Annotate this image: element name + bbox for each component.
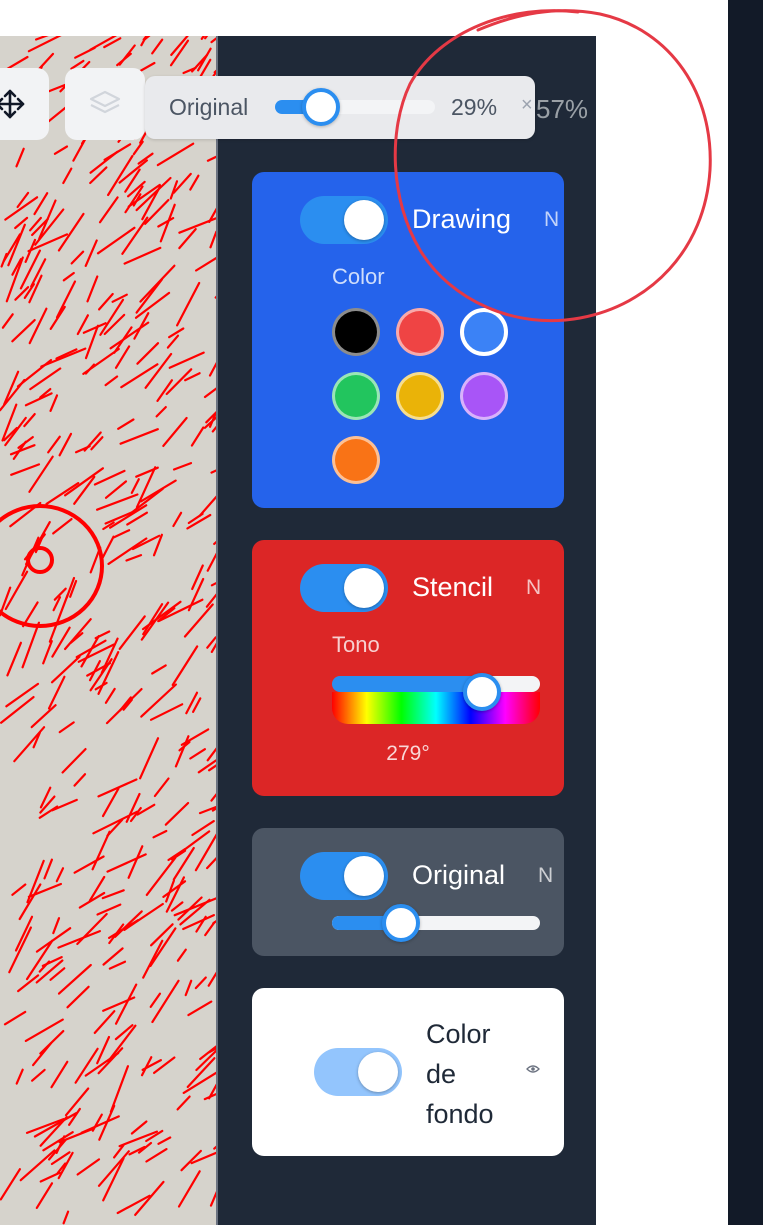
hue-spectrum <box>332 692 540 724</box>
opacity-percent: 29% <box>451 94 498 120</box>
original-slider-thumb[interactable] <box>381 904 420 942</box>
swatch-purple[interactable] <box>460 372 508 420</box>
layers-icon <box>89 90 121 114</box>
swatch-yellow[interactable] <box>396 372 444 420</box>
sketch-artwork <box>0 36 216 1225</box>
layers-tool-button[interactable] <box>65 68 145 140</box>
original-title: Original <box>412 860 506 890</box>
eye-icon[interactable] <box>526 1064 540 1074</box>
move-arrows-icon <box>0 89 25 119</box>
background-toggle[interactable] <box>314 1048 402 1096</box>
top-white-strip <box>0 0 728 36</box>
move-tool-button[interactable] <box>0 68 49 140</box>
stencil-title: Stencil <box>412 572 494 602</box>
hue-slider-thumb[interactable] <box>462 673 501 711</box>
opacity-label: Original <box>169 94 249 120</box>
drawing-canvas[interactable] <box>0 36 216 1225</box>
tone-label: Tono <box>332 632 380 657</box>
hue-slider-track <box>332 676 540 692</box>
background-color-card[interactable]: Color de fondo <box>252 988 564 1156</box>
opacity-control-bar: Original 29% <box>145 76 535 139</box>
original-toggle[interactable] <box>300 852 388 900</box>
hue-slider[interactable] <box>332 673 540 724</box>
stencil-blend-mode[interactable]: N <box>526 576 541 600</box>
right-edge-rail <box>728 0 763 1225</box>
original-layer-card[interactable]: Original N <box>252 828 564 956</box>
toggle-knob <box>344 856 384 896</box>
ghost-percent: 57% <box>536 94 589 124</box>
color-label: Color <box>332 264 385 289</box>
opacity-slider[interactable] <box>275 88 435 126</box>
background-title: Color de fondo <box>426 1019 494 1129</box>
swatch-black[interactable] <box>332 308 380 356</box>
ghost-close-icon[interactable]: × <box>521 94 533 117</box>
toggle-knob <box>344 200 384 240</box>
drawing-layer-card[interactable]: Drawing N Color <box>252 172 564 508</box>
toggle-knob <box>358 1052 398 1092</box>
swatch-blue[interactable] <box>460 308 508 356</box>
stencil-toggle[interactable] <box>300 564 388 612</box>
stencil-layer-card[interactable]: Stencil N Tono 279° <box>252 540 564 796</box>
toggle-knob <box>344 568 384 608</box>
swatch-orange[interactable] <box>332 436 380 484</box>
original-blend-mode[interactable]: N <box>538 864 553 888</box>
original-opacity-slider[interactable] <box>332 904 540 942</box>
swatch-green[interactable] <box>332 372 380 420</box>
drawing-toggle[interactable] <box>300 196 388 244</box>
drawing-title: Drawing <box>412 204 512 234</box>
opacity-slider-thumb[interactable] <box>302 88 341 126</box>
hue-value: 279° <box>386 742 430 765</box>
drawing-blend-mode[interactable]: N <box>544 208 559 232</box>
swatch-red[interactable] <box>396 308 444 356</box>
